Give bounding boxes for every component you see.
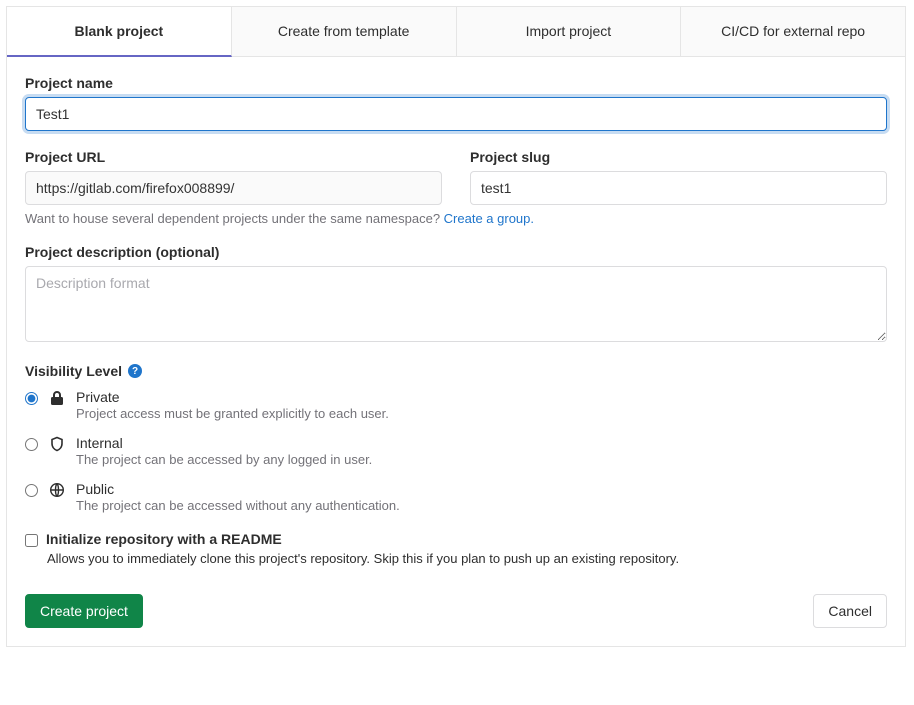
info-icon[interactable]: ? — [128, 364, 142, 378]
project-name-input[interactable] — [25, 97, 887, 131]
lock-icon — [48, 390, 66, 406]
tab-import-project[interactable]: Import project — [457, 7, 682, 56]
project-slug-input[interactable] — [470, 171, 887, 205]
project-description-label: Project description (optional) — [25, 244, 887, 260]
shield-icon — [48, 436, 66, 452]
new-project-tabs: Blank project Create from template Impor… — [7, 7, 905, 57]
visibility-level-label: Visibility Level — [25, 363, 122, 379]
initialize-readme-label: Initialize repository with a README — [46, 531, 282, 547]
visibility-public-title: Public — [76, 481, 887, 497]
create-project-button[interactable]: Create project — [25, 594, 143, 628]
project-slug-label: Project slug — [470, 149, 887, 165]
project-description-input[interactable] — [25, 266, 887, 342]
project-name-label: Project name — [25, 75, 887, 91]
tab-create-from-template[interactable]: Create from template — [232, 7, 457, 56]
visibility-private-desc: Project access must be granted explicitl… — [76, 406, 887, 421]
initialize-readme-desc: Allows you to immediately clone this pro… — [47, 551, 887, 566]
visibility-internal-title: Internal — [76, 435, 887, 451]
initialize-readme-checkbox[interactable] — [25, 534, 38, 547]
visibility-private-title: Private — [76, 389, 887, 405]
project-url-label: Project URL — [25, 149, 442, 165]
namespace-help-text: Want to house several dependent projects… — [25, 211, 887, 226]
cancel-button[interactable]: Cancel — [813, 594, 887, 628]
visibility-private-radio[interactable] — [25, 392, 38, 405]
visibility-internal-radio[interactable] — [25, 438, 38, 451]
tab-cicd-external[interactable]: CI/CD for external repo — [681, 7, 905, 56]
tab-blank-project[interactable]: Blank project — [7, 7, 232, 57]
globe-icon — [48, 482, 66, 498]
project-url-input[interactable] — [25, 171, 442, 205]
visibility-internal-desc: The project can be accessed by any logge… — [76, 452, 887, 467]
visibility-public-desc: The project can be accessed without any … — [76, 498, 887, 513]
create-group-link[interactable]: Create a group. — [444, 211, 534, 226]
visibility-public-radio[interactable] — [25, 484, 38, 497]
